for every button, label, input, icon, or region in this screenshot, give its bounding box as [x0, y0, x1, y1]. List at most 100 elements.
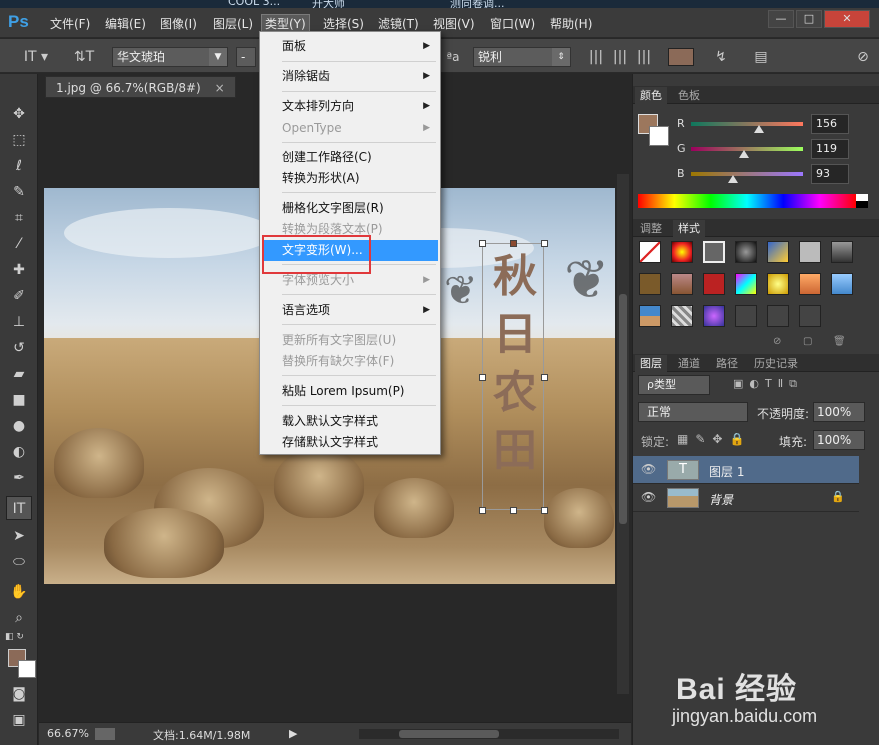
menu-item-load-default-style[interactable]: 载入默认文字样式 [262, 411, 438, 432]
vertical-scrollbar[interactable] [617, 174, 629, 694]
slider-knob[interactable] [739, 150, 749, 158]
menu-item-panel[interactable]: 面板 ▶ [262, 36, 438, 57]
minimize-button[interactable]: — [768, 10, 794, 28]
eye-icon[interactable]: 👁 [641, 462, 656, 476]
style-swatch[interactable] [767, 305, 789, 327]
zoom-level[interactable]: 66.67% [47, 727, 89, 740]
style-swatch[interactable] [799, 273, 821, 295]
layer-filter-icons[interactable]: ▣◐TⅡ⧉ [733, 377, 803, 391]
brush-tool-icon[interactable]: ✐ [6, 284, 32, 308]
type-tool-icon[interactable]: IT [6, 496, 32, 520]
menu-help[interactable]: 帮助(H) [547, 15, 595, 33]
style-swatch[interactable] [735, 305, 757, 327]
menu-item-rasterize-type[interactable]: 栅格化文字图层(R) [262, 198, 438, 219]
menu-image[interactable]: 图像(I) [157, 15, 200, 33]
transform-handle[interactable] [510, 240, 517, 247]
tab-color[interactable]: 颜色 [635, 87, 667, 104]
font-family-select[interactable]: 华文琥珀 ▼ [112, 47, 228, 67]
menu-file[interactable]: 文件(F) [47, 15, 93, 33]
text-orientation-icon[interactable]: ⇅T [72, 47, 96, 67]
scrollbar-thumb[interactable] [399, 730, 499, 738]
hand-tool-icon[interactable]: ✋ [6, 580, 32, 604]
tab-styles[interactable]: 样式 [673, 220, 705, 237]
layer-name[interactable]: 背景 [709, 491, 733, 508]
background-color-swatch[interactable] [18, 660, 36, 678]
tab-history[interactable]: 历史记录 [749, 355, 803, 372]
lock-icons[interactable]: ▦✎✥🔒 [677, 432, 751, 446]
menu-item-create-work-path[interactable]: 创建工作路径(C) [262, 147, 438, 168]
black-white-ramp[interactable] [856, 194, 868, 208]
transform-handle[interactable] [479, 240, 486, 247]
quick-mask-icon[interactable]: ◙ [6, 682, 32, 706]
color-spectrum-bar[interactable] [638, 194, 856, 208]
zoom-preset-icon[interactable] [95, 728, 115, 740]
transform-handle[interactable] [479, 374, 486, 381]
blend-mode-select[interactable]: 正常 [638, 402, 748, 422]
transform-handle[interactable] [479, 507, 486, 514]
blur-tool-icon[interactable]: ● [6, 414, 32, 438]
tab-paths[interactable]: 路径 [711, 355, 743, 372]
transform-handle[interactable] [541, 240, 548, 247]
menu-item-language-options[interactable]: 语言选项 ▶ [262, 300, 438, 321]
marquee-tool-icon[interactable]: ⬚ [6, 128, 32, 152]
red-slider-track[interactable] [691, 122, 803, 126]
clone-stamp-icon[interactable]: ⊥ [6, 310, 32, 334]
status-menu-arrow-icon[interactable]: ▶ [289, 727, 297, 740]
style-swatch[interactable] [671, 241, 693, 263]
healing-brush-icon[interactable]: ✚ [6, 258, 32, 282]
opacity-field[interactable]: 100% [813, 402, 865, 422]
style-swatch-selected[interactable] [703, 241, 725, 263]
style-swatch-none[interactable] [639, 241, 661, 263]
blue-slider-track[interactable] [691, 172, 803, 176]
taskbar-item[interactable]: COOL 3... [228, 0, 280, 8]
style-swatch[interactable] [639, 305, 661, 327]
style-swatch[interactable] [703, 305, 725, 327]
align-left-icon[interactable]: ||| [586, 47, 606, 67]
tab-channels[interactable]: 通道 [673, 355, 705, 372]
history-brush-icon[interactable]: ↺ [6, 336, 32, 360]
crop-tool-icon[interactable]: ⌗ [6, 206, 32, 230]
transform-handle[interactable] [510, 507, 517, 514]
menu-item-save-default-style[interactable]: 存储默认文字样式 [262, 432, 438, 453]
antialias-select[interactable]: 锐利 ⇕ [473, 47, 571, 67]
tab-adjustments[interactable]: 调整 [635, 220, 667, 237]
menu-window[interactable]: 窗口(W) [487, 15, 538, 33]
vertical-text-layer[interactable]: 秋日农田 [489, 248, 541, 480]
menu-item-antialias[interactable]: 消除锯齿 ▶ [262, 66, 438, 87]
blue-value-field[interactable]: 93 [811, 164, 849, 184]
style-swatch[interactable] [735, 241, 757, 263]
style-swatch[interactable] [831, 241, 853, 263]
default-colors-icon[interactable]: ◧ ↻ [5, 632, 24, 642]
menu-item-opentype[interactable]: OpenType ▶ [262, 118, 438, 139]
layer-filter-select[interactable]: ρ类型 [638, 375, 710, 395]
quick-select-icon[interactable]: ✎ [6, 180, 32, 204]
slider-knob[interactable] [728, 175, 738, 183]
scrollbar-thumb[interactable] [619, 294, 627, 524]
delete-style-icon[interactable]: 🗑 [833, 336, 846, 347]
cancel-icon[interactable]: ⊘ [852, 47, 874, 67]
screen-mode-icon[interactable]: ▣ [6, 708, 32, 732]
menu-item-convert-to-shape[interactable]: 转换为形状(A) [262, 168, 438, 189]
transform-handle[interactable] [541, 507, 548, 514]
style-swatch[interactable] [671, 273, 693, 295]
transform-handle[interactable] [541, 374, 548, 381]
warp-text-icon[interactable]: ↯ [710, 47, 732, 67]
red-value-field[interactable]: 156 [811, 114, 849, 134]
style-swatch[interactable] [639, 273, 661, 295]
pen-tool-icon[interactable]: ✒ [6, 466, 32, 490]
eye-icon[interactable]: 👁 [641, 490, 656, 504]
zoom-tool-icon[interactable]: ⌕ [6, 606, 32, 630]
style-swatch[interactable] [735, 273, 757, 295]
style-swatch[interactable] [831, 273, 853, 295]
text-color-swatch[interactable] [668, 48, 694, 66]
close-icon[interactable]: × [215, 81, 225, 95]
eyedropper-icon[interactable]: ⁄ [6, 232, 32, 256]
layer-row[interactable]: 👁 背景 🔒 [633, 484, 859, 512]
ellipse-tool-icon[interactable]: ⬭ [6, 550, 32, 574]
lasso-tool-icon[interactable]: ℓ [6, 154, 32, 178]
menu-edit[interactable]: 编辑(E) [102, 15, 149, 33]
slider-knob[interactable] [754, 125, 764, 133]
align-center-icon[interactable]: ||| [610, 47, 630, 67]
layer-row-selected[interactable]: 👁 T 图层 1 [633, 456, 859, 484]
gradient-tool-icon[interactable]: ■ [6, 388, 32, 412]
